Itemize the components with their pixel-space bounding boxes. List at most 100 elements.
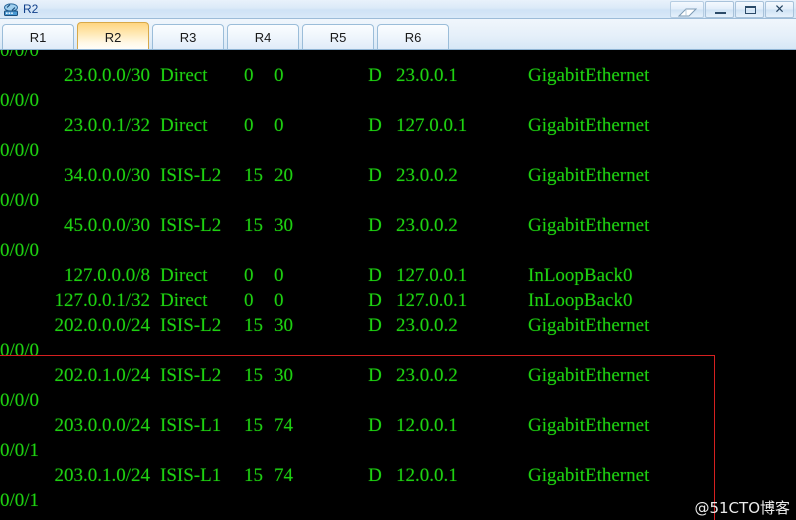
route-destination: 23.0.0.0/30 <box>63 65 150 86</box>
route-cost: 0 <box>274 290 284 311</box>
route-flags: D <box>368 290 382 311</box>
route-flags: D <box>368 265 382 286</box>
route-preference: 15 <box>244 315 263 336</box>
route-destination: 127.0.0.1/32 <box>54 290 150 311</box>
route-entry-row: 127.0.0.0/8 Direct 0 0 D 127.0.0.1 InLoopBack0 <box>0 263 796 288</box>
maximize-icon <box>745 5 756 14</box>
route-interface: InLoopBack0 <box>528 290 633 311</box>
route-destination: 202.0.1.0/24 <box>54 365 150 386</box>
terminal-output-pane[interactable]: 0/0/0 23.0.0.0/30 Direct 0 0 D 23.0.0.1 Gigabit… <box>0 50 796 520</box>
tab-label: R1 <box>29 30 47 45</box>
tab-r6[interactable]: R6 <box>377 24 449 49</box>
route-entry-row: 203.0.0.0/24 ISIS-L1 15 74 D 12.0.0.1 GigabitE… <box>0 413 796 438</box>
maximize-button[interactable] <box>735 0 764 18</box>
tab-r2[interactable]: R2 <box>77 22 149 49</box>
route-interface-continuation: 0/0/1 <box>0 440 40 461</box>
flip-window-button[interactable] <box>670 0 704 18</box>
route-interface: GigabitEthernet <box>528 365 650 386</box>
route-interface-continuation: 0/0/0 <box>0 240 40 261</box>
route-interface: GigabitEthernet <box>528 215 650 236</box>
title-bar: R2 ✕ <box>0 0 796 19</box>
route-flags: D <box>368 215 382 236</box>
route-interface: GigabitEthernet <box>528 465 650 486</box>
route-next-hop: 23.0.0.1 <box>396 65 458 86</box>
route-flags: D <box>368 315 382 336</box>
terminal-clipped-line: 0/0/0 <box>0 50 40 61</box>
route-preference: 15 <box>244 415 263 436</box>
route-protocol: ISIS-L2 <box>160 365 222 386</box>
route-interface-wrap-line: 0/0/0 <box>0 238 796 263</box>
tab-label: R5 <box>329 30 347 45</box>
route-interface-wrap-line: 0/0/1 <box>0 438 796 463</box>
minimize-button[interactable] <box>705 0 734 18</box>
route-entry-row: 45.0.0.0/30 ISIS-L2 15 30 D 23.0.0.2 GigabitEt… <box>0 213 796 238</box>
router-icon <box>3 2 19 17</box>
route-protocol: Direct <box>160 265 208 286</box>
route-preference: 0 <box>244 65 254 86</box>
route-entry-row: 23.0.0.0/30 Direct 0 0 D 23.0.0.1 GigabitEther… <box>0 63 796 88</box>
route-protocol: ISIS-L2 <box>160 215 222 236</box>
route-cost: 30 <box>274 315 293 336</box>
route-interface-continuation: 0/0/0 <box>0 90 40 111</box>
route-preference: 15 <box>244 215 263 236</box>
close-button[interactable]: ✕ <box>765 0 794 18</box>
route-interface-continuation: 0/0/0 <box>0 190 40 211</box>
window-title: R2 <box>23 2 39 16</box>
route-protocol: ISIS-L2 <box>160 165 222 186</box>
route-entry-row: 127.0.0.1/32 Direct 0 0 D 127.0.0.1 InLoopBack… <box>0 288 796 313</box>
route-cost: 30 <box>274 365 293 386</box>
route-interface-continuation: 0/0/0 <box>0 390 40 411</box>
route-cost: 0 <box>274 65 284 86</box>
tab-label: R6 <box>404 30 422 45</box>
route-interface-wrap-line: 0/0/0 <box>0 388 796 413</box>
route-next-hop: 127.0.0.1 <box>396 290 468 311</box>
route-preference: 0 <box>244 115 254 136</box>
tab-label: R3 <box>179 30 197 45</box>
route-cost: 0 <box>274 115 284 136</box>
remote-terminal-window: R2 ✕ R1 R2 R3 R4 R5 R6 0/0/0 23.0.0.0/30… <box>0 0 796 520</box>
route-entry-row: 202.0.0.0/24 ISIS-L2 15 30 D 23.0.0.2 GigabitE… <box>0 313 796 338</box>
tab-label: R4 <box>254 30 272 45</box>
watermark-label: @51CTO博客 <box>694 499 790 517</box>
route-cost: 30 <box>274 215 293 236</box>
route-protocol: ISIS-L1 <box>160 465 222 486</box>
route-flags: D <box>368 65 382 86</box>
tab-r1[interactable]: R1 <box>2 24 74 49</box>
minimize-icon <box>715 11 726 14</box>
route-interface-wrap-line: 0/0/0 <box>0 88 796 113</box>
window-controls: ✕ <box>670 0 796 19</box>
tab-r3[interactable]: R3 <box>152 24 224 49</box>
route-interface-continuation: 0/0/0 <box>0 340 40 361</box>
route-protocol: Direct <box>160 290 208 311</box>
tab-label: R2 <box>104 29 122 45</box>
route-protocol: ISIS-L1 <box>160 415 222 436</box>
route-interface-continuation: 0/0/1 <box>0 490 40 511</box>
route-interface-wrap-line: 0/0/0 <box>0 188 796 213</box>
route-preference: 0 <box>244 290 254 311</box>
tab-r4[interactable]: R4 <box>227 24 299 49</box>
route-flags: D <box>368 115 382 136</box>
route-next-hop: 23.0.0.2 <box>396 165 458 186</box>
route-interface: GigabitEthernet <box>528 415 650 436</box>
route-interface-continuation: 0/0/0 <box>0 140 40 161</box>
route-next-hop: 23.0.0.2 <box>396 315 458 336</box>
route-preference: 15 <box>244 165 263 186</box>
route-interface: GigabitEthernet <box>528 315 650 336</box>
route-entry-row: 202.0.1.0/24 ISIS-L2 15 30 D 23.0.0.2 GigabitE… <box>0 363 796 388</box>
tab-r5[interactable]: R5 <box>302 24 374 49</box>
route-next-hop: 23.0.0.2 <box>396 215 458 236</box>
route-entry-row: 23.0.0.1/32 Direct 0 0 D 127.0.0.1 GigabitEthe… <box>0 113 796 138</box>
route-interface: InLoopBack0 <box>528 265 633 286</box>
route-cost: 20 <box>274 165 293 186</box>
device-tab-strip: R1 R2 R3 R4 R5 R6 <box>0 19 796 50</box>
route-entry-row: 34.0.0.0/30 ISIS-L2 15 20 D 23.0.0.2 GigabitEt… <box>0 163 796 188</box>
terminal-lines: 0/0/0 23.0.0.0/30 Direct 0 0 D 23.0.0.1 Gigabit… <box>0 50 796 513</box>
route-protocol: ISIS-L2 <box>160 315 222 336</box>
route-preference: 0 <box>244 265 254 286</box>
route-interface: GigabitEthernet <box>528 65 650 86</box>
title-bar-left: R2 <box>0 2 38 17</box>
route-next-hop: 12.0.0.1 <box>396 465 458 486</box>
route-interface-wrap-line: 0/0/0 <box>0 338 796 363</box>
route-next-hop: 127.0.0.1 <box>396 115 468 136</box>
route-destination: 34.0.0.0/30 <box>63 165 150 186</box>
